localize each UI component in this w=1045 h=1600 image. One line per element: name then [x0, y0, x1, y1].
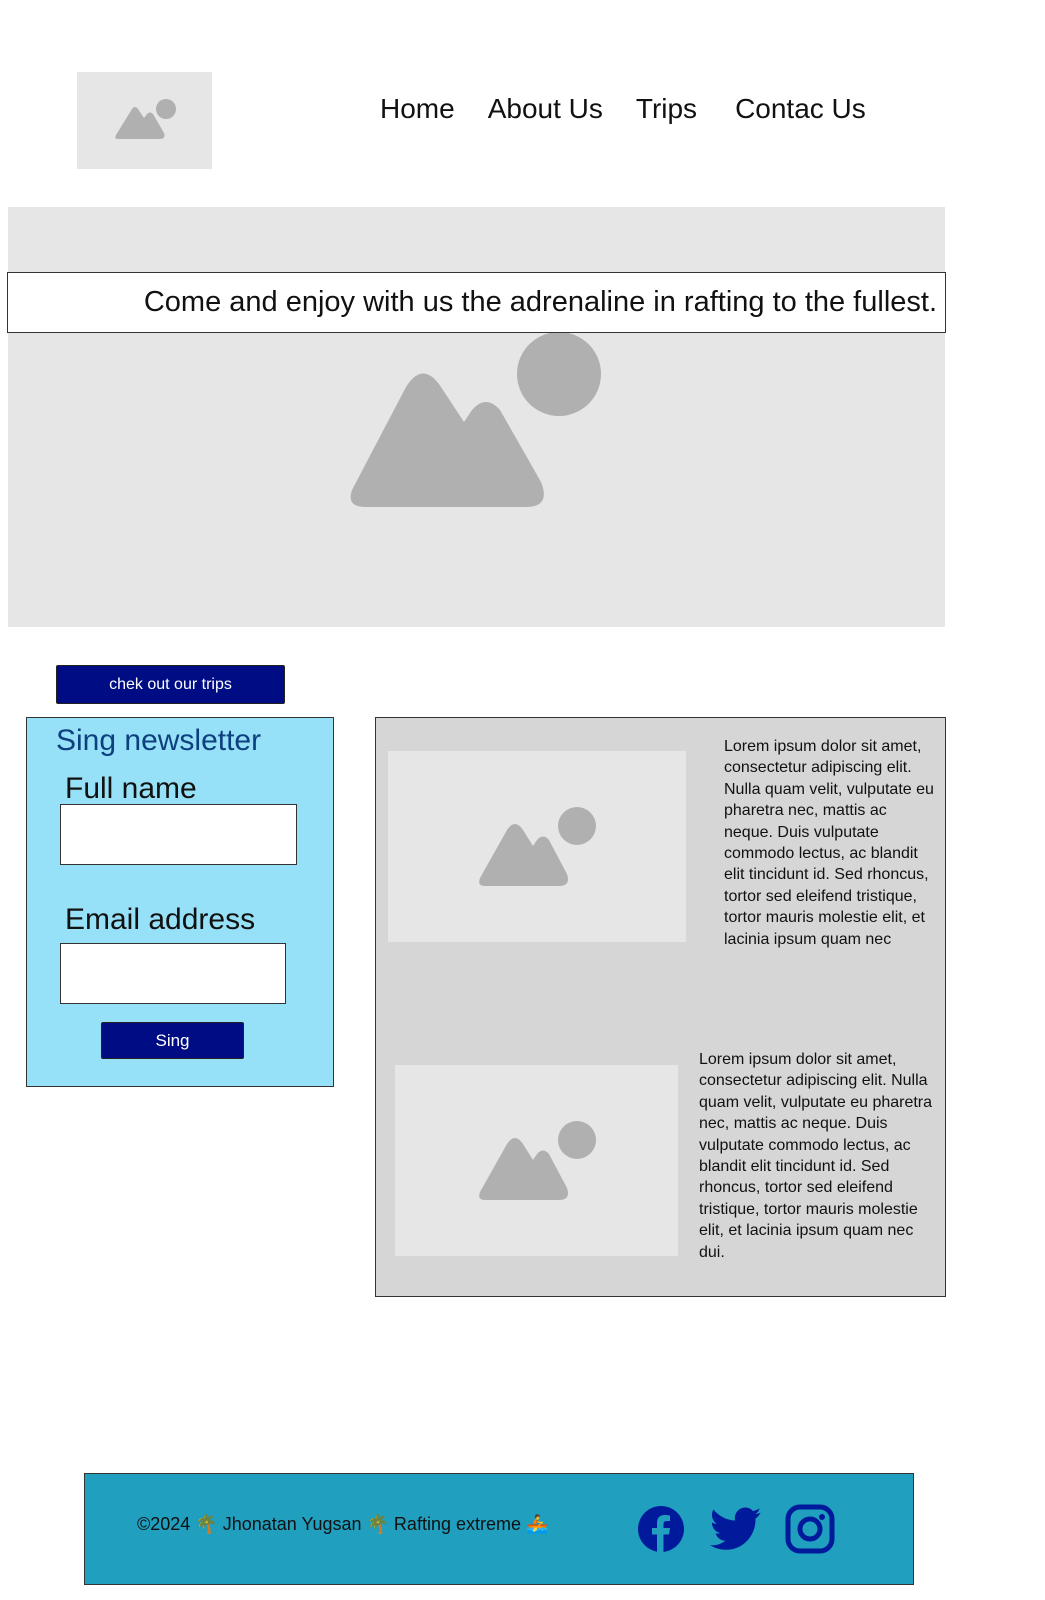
hero-banner: Come and enjoy with us the adrenaline in…: [7, 272, 946, 333]
check-out-trips-label: chek out our trips: [109, 675, 232, 693]
nav-home[interactable]: Home: [380, 93, 455, 125]
footer: ©2024 🌴 Jhonatan Yugsan 🌴 Rafting extrem…: [84, 1473, 914, 1585]
nav-about-us[interactable]: About Us: [488, 93, 603, 125]
trip-description: Lorem ipsum dolor sit amet, consectetur …: [699, 1051, 933, 1259]
image-placeholder-icon: [479, 806, 596, 886]
hero-image-placeholder: [8, 207, 945, 627]
full-name-input[interactable]: [60, 804, 297, 865]
facebook-icon[interactable]: [638, 1506, 684, 1552]
main-nav: Home About Us Trips Contac Us: [380, 93, 866, 125]
image-placeholder-icon: [350, 332, 601, 507]
email-address-input[interactable]: [60, 943, 286, 1004]
trip-image-placeholder[interactable]: [395, 1065, 678, 1256]
trips-panel: Lorem ipsum dolor sit amet, consectetur …: [375, 717, 946, 1297]
email-address-label: Email address: [65, 903, 256, 936]
image-placeholder-icon: [478, 1120, 596, 1200]
twitter-icon[interactable]: [710, 1507, 762, 1551]
instagram-icon[interactable]: [785, 1504, 835, 1554]
footer-copyright: ©2024 🌴 Jhonatan Yugsan 🌴 Rafting extrem…: [137, 1514, 549, 1534]
image-placeholder-icon: [114, 98, 176, 139]
check-out-trips-button[interactable]: chek out our trips: [56, 665, 285, 704]
newsletter-submit-label: Sing: [155, 1030, 190, 1050]
hero-banner-text: Come and enjoy with us the adrenaline in…: [143, 286, 937, 318]
nav-trips[interactable]: Trips: [636, 93, 697, 125]
full-name-label: Full name: [65, 772, 197, 805]
newsletter-submit-button[interactable]: Sing: [101, 1022, 244, 1059]
trip-description: Lorem ipsum dolor sit amet, consectetur …: [724, 738, 934, 948]
logo-placeholder[interactable]: [77, 72, 212, 169]
newsletter-form: Sing newsletter Full name Email address …: [26, 717, 334, 1087]
nav-contact-us[interactable]: Contac Us: [735, 93, 866, 125]
newsletter-title: Sing newsletter: [56, 724, 262, 757]
trip-image-placeholder[interactable]: [388, 751, 686, 942]
